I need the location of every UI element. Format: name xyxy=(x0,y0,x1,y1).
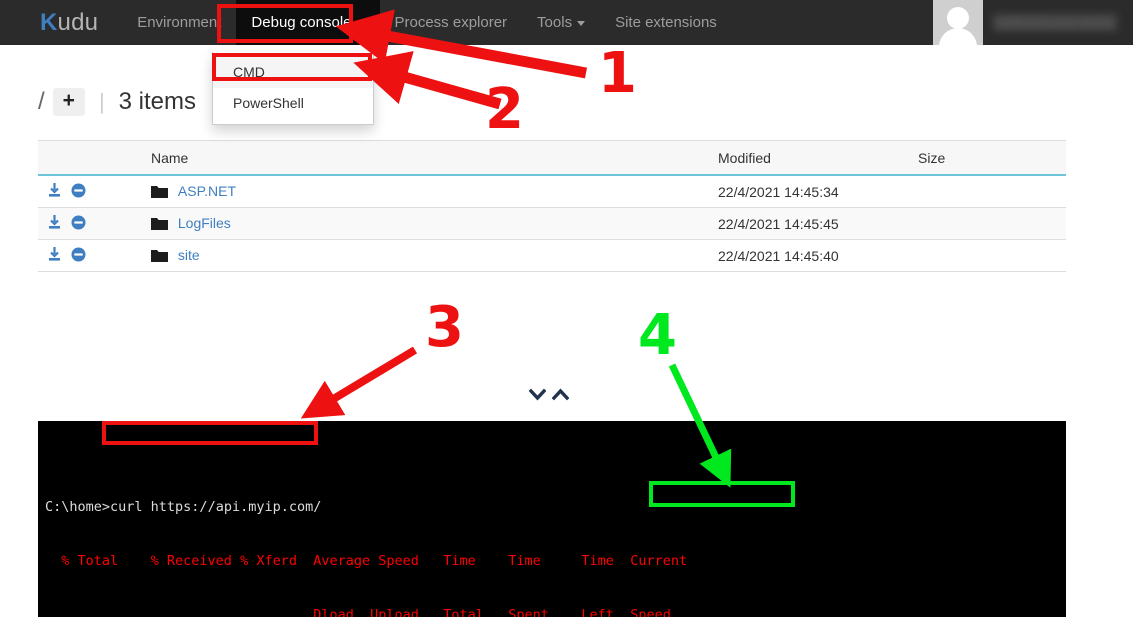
nav-item-site-extensions-label: Site extensions xyxy=(615,14,717,31)
row-modified-cell: 22/4/2021 14:45:40 xyxy=(710,239,910,272)
avatar-head-icon xyxy=(947,7,969,29)
folder-icon xyxy=(151,185,172,201)
top-navbar: Kudu Environment Debug console Process e… xyxy=(0,0,1133,45)
row-name-cell: LogFiles xyxy=(143,207,710,240)
file-link[interactable]: LogFiles xyxy=(178,215,231,231)
folder-icon xyxy=(151,249,172,265)
dropdown-item-powershell[interactable]: PowerShell xyxy=(213,88,373,119)
table-header-name[interactable]: Name xyxy=(143,140,710,176)
annotation-box-curl-command xyxy=(102,421,318,445)
nav-item-process-explorer-label: Process explorer xyxy=(394,14,508,31)
delete-icon[interactable] xyxy=(70,182,87,202)
file-link[interactable]: ASP.NET xyxy=(178,183,236,199)
curl-header-line-1: % Total % Received % Xferd Average Speed… xyxy=(45,553,688,569)
annotation-marker-1: 1 xyxy=(598,41,637,106)
row-actions-cell xyxy=(38,207,143,240)
kudu-logo-k: K xyxy=(40,8,58,36)
delete-icon[interactable] xyxy=(70,214,87,234)
breadcrumb-separator: | xyxy=(98,89,105,114)
nav-item-environment-label: Environment xyxy=(137,14,222,31)
breadcrumb-root[interactable]: / xyxy=(38,88,45,116)
chevron-up-icon[interactable] xyxy=(551,388,570,407)
row-name-cell: ASP.NET xyxy=(143,175,710,208)
table-row: site 22/4/2021 14:45:40 xyxy=(38,239,1066,272)
table-row: LogFiles 22/4/2021 14:45:45 xyxy=(38,207,1066,240)
annotation-box-cmd xyxy=(212,53,372,81)
table-row: ASP.NET 22/4/2021 14:45:34 xyxy=(38,175,1066,208)
row-actions-cell xyxy=(38,175,143,208)
dropdown-item-powershell-label: PowerShell xyxy=(233,95,304,111)
console-prompt: C:\home> xyxy=(45,499,111,515)
nav-links: Environment Debug console Process explor… xyxy=(122,0,732,45)
row-size-cell xyxy=(910,175,1066,208)
console-command: curl https://api.myip.com/ xyxy=(110,499,322,515)
row-modified-cell: 22/4/2021 14:45:34 xyxy=(710,175,910,208)
kudu-logo[interactable]: Kudu xyxy=(40,8,99,36)
kudu-logo-rest: udu xyxy=(57,8,99,36)
arrow-3 xyxy=(300,346,418,419)
table-header-modified[interactable]: Modified xyxy=(710,140,910,176)
avatar-body-icon xyxy=(939,28,977,45)
folder-icon xyxy=(151,217,172,233)
user-area[interactable]: redacted user name xyxy=(933,0,1133,45)
annotation-marker-2: 2 xyxy=(485,77,524,142)
annotation-box-debug-console xyxy=(217,4,353,43)
download-icon[interactable] xyxy=(46,246,63,266)
table-header-row: Name Modified Size xyxy=(38,140,1066,176)
debug-console-output[interactable]: C:\home>curl https://api.myip.com/ % Tot… xyxy=(38,421,1066,617)
annotation-box-ip-value xyxy=(649,481,795,507)
user-name-label: redacted user name xyxy=(993,14,1117,31)
nav-item-process-explorer[interactable]: Process explorer xyxy=(380,0,523,45)
nav-item-tools-label: Tools xyxy=(537,14,573,31)
file-link[interactable]: site xyxy=(178,247,200,263)
chevron-down-icon xyxy=(577,20,586,26)
table-header-size[interactable]: Size xyxy=(910,140,1066,176)
nav-item-site-extensions[interactable]: Site extensions xyxy=(600,0,732,45)
console-prompt-line: C:\home>curl https://api.myip.com/ xyxy=(45,498,1059,516)
row-size-cell xyxy=(910,207,1066,240)
delete-icon[interactable] xyxy=(70,246,87,266)
nav-item-tools[interactable]: Tools xyxy=(522,0,600,45)
user-name[interactable]: redacted user name xyxy=(983,0,1133,45)
table-header-actions xyxy=(38,140,143,176)
avatar xyxy=(933,0,983,45)
add-folder-button[interactable]: + xyxy=(52,88,85,116)
console-size-toggles xyxy=(528,388,570,407)
download-icon[interactable] xyxy=(46,182,63,202)
curl-header-line-2: Dload Upload Total Spent Left Speed xyxy=(45,607,671,617)
row-size-cell xyxy=(910,239,1066,272)
download-icon[interactable] xyxy=(46,214,63,234)
item-count-label: 3 items xyxy=(118,88,197,115)
arrow-2 xyxy=(353,51,502,110)
chevron-down-icon xyxy=(356,20,365,26)
chevron-down-icon[interactable] xyxy=(528,388,547,407)
row-modified-cell: 22/4/2021 14:45:45 xyxy=(710,207,910,240)
row-name-cell: site xyxy=(143,239,710,272)
annotation-marker-3: 3 xyxy=(425,295,464,360)
row-actions-cell xyxy=(38,239,143,272)
file-listing-table: Name Modified Size ASP.NET 22/4/2021 14:… xyxy=(38,140,1066,272)
annotation-marker-4: 4 xyxy=(638,303,677,368)
